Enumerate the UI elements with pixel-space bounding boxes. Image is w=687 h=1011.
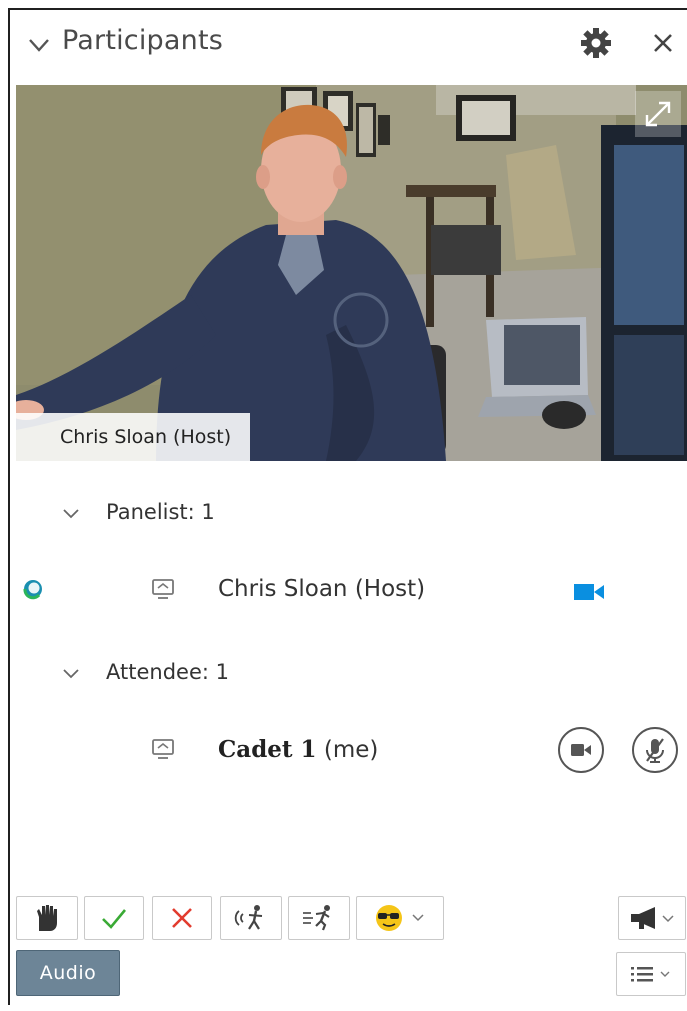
raise-hand-icon [37, 905, 57, 931]
announce-dropdown-button[interactable] [618, 896, 686, 940]
participant-row-me[interactable]: Cadet 1 (me) [10, 723, 687, 783]
chevron-down-icon [63, 509, 79, 519]
screen-share-icon [152, 739, 174, 759]
video-camera-icon [571, 744, 591, 756]
participant-row-host[interactable]: Chris Sloan (Host) [10, 563, 687, 623]
go-faster-button[interactable] [288, 896, 350, 940]
microphone-muted-icon [646, 738, 664, 763]
list-view-dropdown-button[interactable] [616, 952, 686, 996]
panel-title: Participants [62, 25, 223, 56]
panel-header: Participants [10, 10, 687, 82]
group-label: Attendee: 1 [106, 660, 229, 684]
audio-button[interactable]: Audio [16, 950, 120, 996]
screen-share-icon [152, 579, 174, 599]
x-mark-icon [172, 908, 192, 928]
chevron-down-icon [63, 669, 79, 679]
yes-button[interactable] [84, 896, 144, 940]
running-figure-icon [303, 905, 330, 931]
feedback-toolbar [10, 896, 687, 946]
participant-name: Cadet 1 (me) [218, 736, 378, 763]
video-camera-icon[interactable] [572, 582, 606, 602]
video-caption-text: Chris Sloan (Host) [60, 426, 232, 448]
expand-video-button[interactable] [635, 91, 681, 137]
speaker-waving-icon [234, 905, 263, 930]
participant-name: Chris Sloan (Host) [218, 576, 426, 602]
no-button[interactable] [152, 896, 212, 940]
list-icon [631, 967, 670, 982]
video-frame-image [16, 85, 687, 461]
participants-panel: Participants Chris Sloan (Host) Panelist… [8, 8, 687, 1005]
emoji-sunglasses-icon [376, 905, 424, 931]
participant-name-bold: Cadet 1 [218, 736, 317, 763]
megaphone-icon [631, 907, 674, 929]
video-caption: Chris Sloan (Host) [16, 413, 250, 461]
group-label: Panelist: 1 [106, 500, 215, 524]
status-ring-icon [23, 580, 42, 600]
raise-hand-button[interactable] [16, 896, 78, 940]
emoji-dropdown-button[interactable] [356, 896, 444, 940]
unmute-button[interactable] [632, 727, 678, 773]
gear-icon[interactable] [579, 26, 613, 60]
participant-suffix: (me) [323, 737, 379, 763]
group-header-attendee[interactable]: Attendee: 1 [62, 660, 362, 690]
chevron-down-icon[interactable] [26, 32, 52, 58]
group-header-panelist[interactable]: Panelist: 1 [62, 500, 362, 530]
start-video-button[interactable] [558, 727, 604, 773]
host-video-tile[interactable]: Chris Sloan (Host) [16, 85, 687, 461]
close-icon[interactable] [649, 29, 677, 57]
checkmark-icon [102, 909, 127, 929]
expand-icon [645, 101, 671, 127]
speak-louder-button[interactable] [220, 896, 282, 940]
